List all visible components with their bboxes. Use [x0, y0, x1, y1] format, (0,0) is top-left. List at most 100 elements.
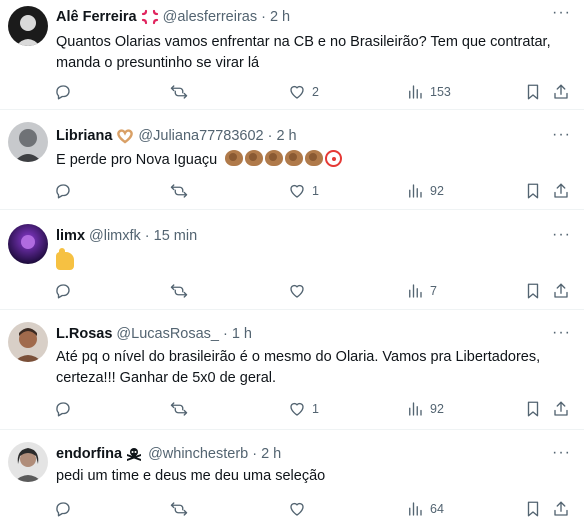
bookmark-icon — [527, 283, 539, 299]
reply-tweet[interactable]: Alê Ferreira @alesferreiras · 2 h ··· Qu… — [0, 0, 584, 110]
display-name[interactable]: Alê Ferreira — [56, 9, 137, 25]
bookmark-button[interactable] — [524, 81, 542, 103]
reply-button[interactable] — [54, 498, 72, 520]
user-handle[interactable]: @whinchesterb — [148, 446, 248, 462]
avatar[interactable] — [8, 442, 48, 482]
repost-button[interactable] — [170, 81, 188, 103]
user-handle[interactable]: @Juliana77783602 — [138, 128, 263, 144]
reply-tweet[interactable]: Libriana @Juliana77783602 · 2 h ··· E pe… — [0, 112, 584, 210]
reply-button[interactable] — [54, 180, 72, 202]
reply-icon — [56, 184, 70, 199]
anger-symbol-icon — [141, 9, 159, 25]
views-button[interactable]: 92 — [406, 398, 444, 420]
like-button[interactable]: 1 — [288, 180, 319, 202]
heart-icon — [290, 284, 304, 298]
view-count: 92 — [430, 184, 444, 198]
more-options-icon[interactable]: ··· — [552, 5, 572, 24]
bookmark-icon — [527, 183, 539, 199]
repost-button[interactable] — [170, 280, 188, 302]
clap-icon — [285, 150, 304, 166]
display-name[interactable]: Libriana — [56, 128, 112, 144]
tweet-header: Libriana @Juliana77783602 · 2 h — [56, 128, 297, 144]
reply-button[interactable] — [54, 398, 72, 420]
share-button[interactable] — [552, 398, 570, 420]
skull-crossbones-icon — [126, 446, 144, 462]
repost-button[interactable] — [170, 498, 188, 520]
more-options-icon[interactable]: ··· — [552, 127, 572, 146]
avatar[interactable] — [8, 6, 48, 46]
share-button[interactable] — [552, 498, 570, 520]
tweet-text — [56, 248, 576, 277]
display-name[interactable]: L.Rosas — [56, 326, 112, 342]
avatar[interactable] — [8, 224, 48, 264]
tweet-header: Alê Ferreira @alesferreiras · 2 h — [56, 9, 290, 25]
tweet-header: L.Rosas @LucasRosas_ · 1 h — [56, 326, 252, 342]
bookmark-button[interactable] — [524, 180, 542, 202]
reply-button[interactable] — [54, 81, 72, 103]
timestamp[interactable]: 2 h — [261, 446, 281, 462]
like-button[interactable]: 2 — [288, 81, 319, 103]
user-handle[interactable]: @alesferreiras — [163, 9, 258, 25]
clap-icon — [305, 150, 324, 166]
like-button[interactable] — [288, 280, 312, 302]
action-bar: 7 — [54, 280, 574, 302]
tweet-text: pedi um time e deus me deu uma seleção — [56, 468, 326, 484]
like-count: 2 — [312, 85, 319, 99]
reply-tweet[interactable]: endorfina @whinchesterb · 2 h ··· pedi u… — [0, 432, 584, 528]
share-button[interactable] — [552, 180, 570, 202]
tweet-text: E perde pro Nova Iguaçu — [56, 150, 576, 171]
bookmark-icon — [527, 501, 539, 517]
action-bar: 2 153 — [54, 81, 574, 103]
like-count: 1 — [312, 184, 319, 198]
views-button[interactable]: 92 — [406, 180, 444, 202]
bookmark-button[interactable] — [524, 398, 542, 420]
share-button[interactable] — [552, 280, 570, 302]
display-name[interactable]: endorfina — [56, 446, 122, 462]
share-icon — [554, 283, 568, 298]
tweet-text-content: E perde pro Nova Iguaçu — [56, 152, 218, 168]
views-chart-icon — [409, 502, 422, 516]
reply-tweet[interactable]: L.Rosas @LucasRosas_ · 1 h ··· Até pq o … — [0, 312, 584, 430]
user-handle[interactable]: @LucasRosas_ — [116, 326, 219, 342]
separator-dot: · — [223, 326, 228, 342]
heart-hands-icon — [116, 128, 134, 144]
repost-icon — [170, 402, 188, 416]
bookmark-button[interactable] — [524, 280, 542, 302]
share-button[interactable] — [552, 81, 570, 103]
clown-icon — [325, 150, 343, 167]
reply-icon — [56, 284, 70, 299]
share-icon — [554, 84, 568, 99]
timestamp[interactable]: 2 h — [276, 128, 296, 144]
bookmark-button[interactable] — [524, 498, 542, 520]
more-options-icon[interactable]: ··· — [552, 445, 572, 464]
share-icon — [554, 183, 568, 198]
more-options-icon[interactable]: ··· — [552, 325, 572, 344]
reply-tweet[interactable]: limx @limxfk · 15 min ··· 7 — [0, 212, 584, 310]
timestamp[interactable]: 15 min — [154, 228, 198, 244]
view-count: 92 — [430, 402, 444, 416]
reply-button[interactable] — [54, 280, 72, 302]
repost-button[interactable] — [170, 180, 188, 202]
reply-icon — [56, 85, 70, 100]
repost-icon — [170, 184, 188, 198]
like-button[interactable] — [288, 498, 312, 520]
views-button[interactable]: 153 — [406, 81, 451, 103]
heart-icon — [290, 184, 304, 198]
separator-dot: · — [144, 228, 150, 244]
more-options-icon[interactable]: ··· — [552, 227, 572, 246]
like-button[interactable]: 1 — [288, 398, 319, 420]
repost-button[interactable] — [170, 398, 188, 420]
views-chart-icon — [409, 184, 422, 198]
avatar[interactable] — [8, 122, 48, 162]
views-chart-icon — [409, 284, 422, 298]
timestamp[interactable]: 1 h — [232, 326, 252, 342]
timestamp[interactable]: 2 h — [270, 9, 290, 25]
view-count: 7 — [430, 284, 437, 298]
heart-icon — [290, 85, 304, 99]
views-button[interactable]: 7 — [406, 280, 437, 302]
views-button[interactable]: 64 — [406, 498, 444, 520]
display-name[interactable]: limx — [56, 228, 85, 244]
tweet-header: endorfina @whinchesterb · 2 h — [56, 446, 281, 462]
user-handle[interactable]: @limxfk — [89, 228, 141, 244]
avatar[interactable] — [8, 322, 48, 362]
